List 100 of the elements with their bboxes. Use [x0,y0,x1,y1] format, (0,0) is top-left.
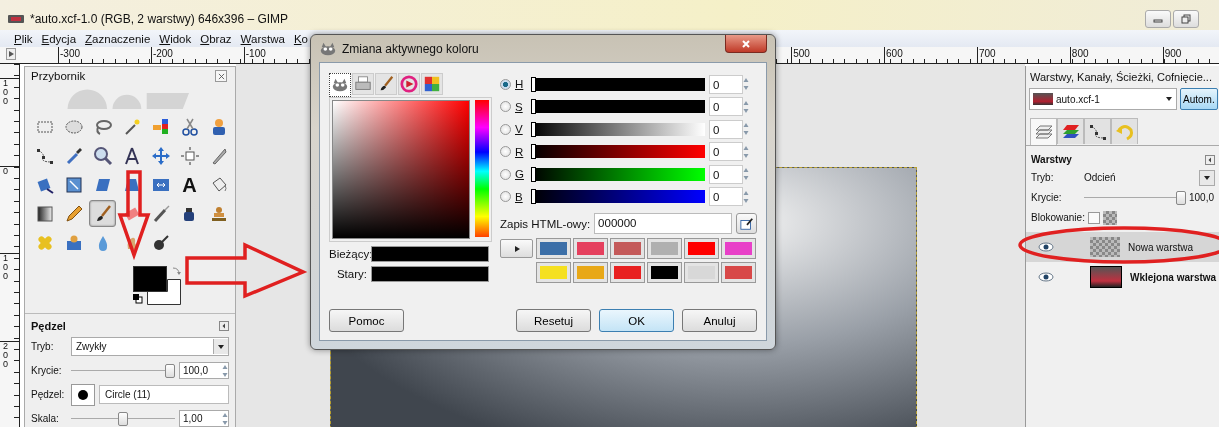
panel-menu-icon[interactable] [1205,154,1215,165]
history-swatch[interactable] [648,263,681,282]
slider-thumb[interactable] [118,411,128,426]
history-swatch[interactable] [611,239,644,258]
slider-marker[interactable] [531,166,536,182]
history-swatch[interactable] [611,263,644,282]
dialog-button[interactable]: Anuluj [682,309,757,332]
channel-slider[interactable] [531,167,705,181]
mode-dropdown[interactable]: Zwykły [71,337,229,356]
history-swatch[interactable] [648,239,681,258]
checkbox[interactable] [1087,211,1100,224]
html-color-field[interactable]: 000000 [594,213,732,234]
checker-icon[interactable] [1102,210,1117,225]
radio-button[interactable] [500,191,511,203]
channel-value-field[interactable]: 0 [709,142,743,162]
slider-thumb[interactable] [165,363,175,378]
channel-value-field[interactable]: 0 [709,97,743,117]
history-swatch[interactable] [537,263,570,282]
dropdown-button[interactable] [1199,169,1215,186]
slider-marker[interactable] [531,99,536,115]
opacity-value[interactable]: 100,0 [1189,192,1215,203]
scale-field[interactable]: 1,00 [179,410,229,427]
history-swatch[interactable] [685,239,718,258]
channel-value-field[interactable]: 0 [709,119,743,139]
channel-value-field[interactable]: 0 [709,74,743,94]
auto-button[interactable]: Autom. [1180,88,1218,110]
radio-button[interactable] [500,146,511,158]
menu-item[interactable]: Edycja [41,32,77,45]
channel-value-field[interactable]: 0 [709,164,743,184]
background-color-swatch[interactable] [147,279,181,306]
menu-item[interactable]: Widok [159,32,192,45]
history-swatch[interactable] [722,263,755,282]
image-thumbnail [1033,93,1053,105]
minimize-button[interactable] [1145,10,1171,28]
menu-item[interactable]: Obraz [200,32,232,45]
menu-item[interactable]: Zaznaczenie [85,32,151,45]
close-button[interactable] [215,70,227,82]
opacity-field[interactable]: 100,0 [179,362,229,379]
history-swatch[interactable] [685,263,718,282]
brush-name-field[interactable]: Circle (11) [99,385,229,404]
slider-marker[interactable] [531,121,536,137]
brush-preview-button[interactable] [71,383,95,406]
history-swatch[interactable] [722,239,755,258]
field-label: Skala: [31,413,60,424]
section-title: Pędzel [31,320,66,332]
channel-slider[interactable] [531,190,705,204]
color-square[interactable] [332,100,470,239]
hue-strip[interactable] [475,100,489,237]
channel-value-field[interactable]: 0 [709,187,743,207]
panel-title: Warstwy, Kanały, Ścieżki, Cofnięcie... [1030,71,1212,83]
align-icon [179,145,200,166]
panel-tab[interactable] [1030,118,1057,145]
spinner-icon[interactable] [222,363,228,378]
eye-icon[interactable] [1038,242,1054,252]
restore-button[interactable] [1173,10,1199,28]
navigate-button[interactable] [6,48,16,60]
mode-value[interactable]: Odcień [1084,172,1196,183]
dialog-button[interactable]: OK [599,309,674,332]
field-label: Krycie: [1031,192,1063,203]
menu-item[interactable]: Ko [293,32,308,45]
eyedropper-icon [739,216,754,231]
slider-marker[interactable] [531,144,536,160]
eyedropper-button[interactable] [736,213,757,234]
slider-marker[interactable] [531,189,536,205]
image-dropdown[interactable]: auto.xcf-1 [1029,88,1177,110]
channel-label: R [515,145,525,158]
radio-button[interactable] [500,101,511,113]
ruler-label: 900 [1164,48,1182,59]
layer-row[interactable]: Wklejona warstwa [1026,262,1219,292]
channel-slider[interactable] [531,77,705,91]
panel-tab[interactable] [1057,118,1084,144]
history-expand-button[interactable] [500,239,533,258]
menu-item[interactable]: Plik [14,32,33,45]
restore-icon [1181,14,1191,24]
slider-marker[interactable] [531,76,536,92]
ruler-label: 500 [793,48,810,59]
menu-item[interactable]: Warstwa [240,32,285,45]
dialog-button[interactable]: Resetuj [516,309,591,332]
history-swatch[interactable] [574,239,607,258]
dropdown-icon[interactable] [1165,95,1173,103]
tool-button[interactable]: A [176,171,203,199]
reset-colors-icon[interactable] [133,294,143,305]
panel-tab[interactable] [1084,118,1111,144]
radio-button[interactable] [500,123,511,135]
dialog-button[interactable]: Pomoc [329,309,404,332]
radio-button[interactable] [500,78,511,90]
channel-slider[interactable] [531,100,705,114]
slider-thumb[interactable] [1176,191,1186,205]
panel-menu-icon[interactable] [219,321,229,331]
swap-icon[interactable] [171,266,181,277]
channel-slider[interactable] [531,145,705,159]
close-button[interactable] [725,35,767,53]
history-swatch[interactable] [537,239,570,258]
eye-icon[interactable] [1038,272,1054,282]
selector-tab[interactable] [329,73,351,97]
spinner-icon[interactable] [222,411,228,426]
history-swatch[interactable] [574,263,607,282]
channel-slider[interactable] [531,122,705,136]
foreground-color-swatch[interactable] [133,266,167,293]
radio-button[interactable] [500,168,511,180]
